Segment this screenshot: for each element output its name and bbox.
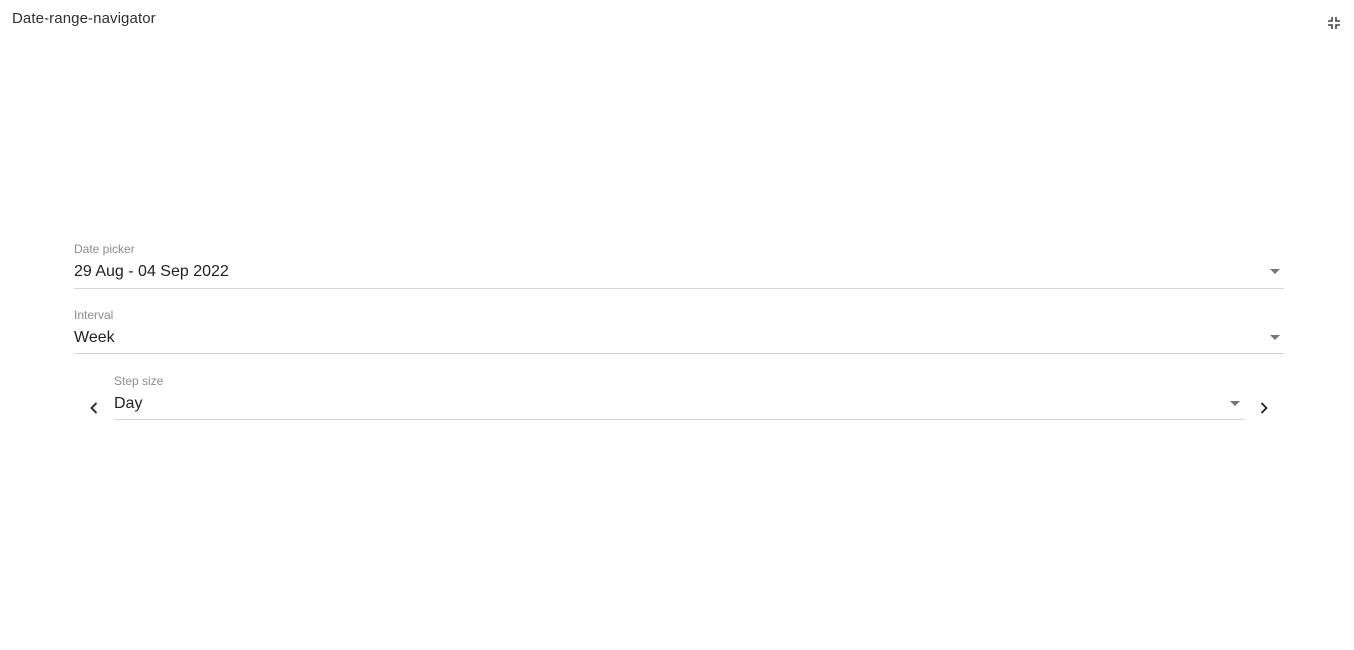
interval-value: Week [74, 329, 115, 346]
chevron-right-icon[interactable] [1256, 400, 1272, 416]
step-size-label: Step size [114, 374, 164, 388]
widget-title: Date-range-navigator [12, 10, 156, 27]
interval-label: Interval [74, 308, 114, 322]
dropdown-caret-icon[interactable] [1270, 269, 1280, 274]
chevron-left-icon[interactable] [86, 400, 102, 416]
dropdown-caret-icon[interactable] [1230, 401, 1240, 406]
date-picker-field[interactable]: Date picker 29 Aug - 04 Sep 2022 [74, 242, 1284, 289]
fullscreen-exit-icon[interactable] [1326, 15, 1342, 31]
dropdown-caret-icon[interactable] [1270, 335, 1280, 340]
step-size-value: Day [114, 395, 143, 412]
date-picker-label: Date picker [74, 242, 135, 256]
date-range-navigator-widget: Date-range-navigator Date picker 29 Aug … [0, 0, 1354, 650]
interval-select[interactable]: Interval Week [74, 308, 1284, 354]
date-picker-value: 29 Aug - 04 Sep 2022 [74, 263, 229, 280]
step-size-select[interactable]: Step size Day [114, 374, 1244, 420]
